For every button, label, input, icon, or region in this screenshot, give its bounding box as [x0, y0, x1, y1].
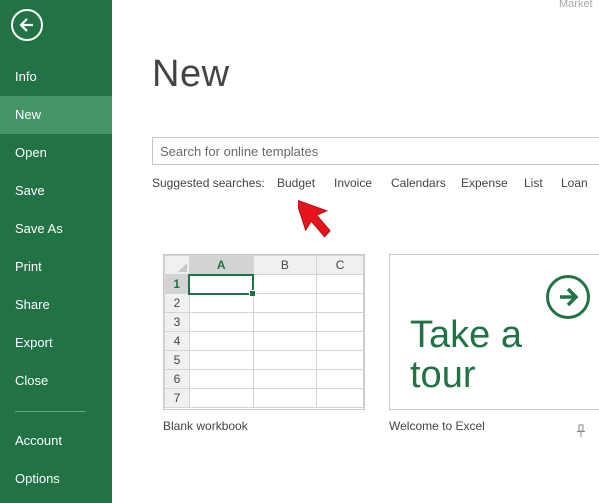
grid-cell — [188, 350, 254, 370]
column-header: C — [316, 255, 364, 275]
grid-cell — [316, 312, 364, 332]
grid-cell — [252, 331, 318, 351]
grid-cell — [188, 369, 254, 389]
page-title: New — [152, 53, 230, 95]
blank-workbook-template[interactable]: A B C 1 2 3 4 5 6 7 — [163, 254, 365, 410]
welcome-to-excel-template[interactable]: Take a tour — [389, 254, 599, 410]
row-header: 3 — [164, 312, 190, 332]
grid-cell — [252, 369, 318, 389]
grid-cell — [316, 369, 364, 389]
suggested-searches-label: Suggested searches: — [152, 176, 265, 190]
grid-cell — [252, 350, 318, 370]
suggested-link-expense[interactable]: Expense — [461, 176, 508, 190]
take-a-tour-text: Take a tour — [410, 314, 522, 396]
grid-cell — [252, 293, 318, 313]
grid-cell — [252, 312, 318, 332]
row-header: 1 — [164, 274, 190, 294]
sidebar-item-open[interactable]: Open — [0, 134, 112, 172]
suggested-link-budget[interactable]: Budget — [277, 176, 315, 190]
suggested-link-loan[interactable]: Loan — [561, 176, 588, 190]
sidebar-item-close[interactable]: Close — [0, 362, 112, 400]
column-header: A — [188, 255, 254, 276]
sidebar-item-account[interactable]: Account — [0, 422, 112, 460]
sidebar-item-print[interactable]: Print — [0, 248, 112, 286]
grid-cell — [316, 331, 364, 351]
template-search-box[interactable] — [152, 137, 599, 165]
annotation-arrow-icon — [298, 198, 331, 238]
suggested-link-invoice[interactable]: Invoice — [334, 176, 372, 190]
column-header: B — [252, 255, 318, 275]
sidebar-item-save[interactable]: Save — [0, 172, 112, 210]
window-corner-text: Market — [559, 0, 593, 10]
row-header: 6 — [164, 369, 190, 389]
back-button[interactable] — [11, 9, 43, 41]
spreadsheet-preview: A B C 1 2 3 4 5 6 7 — [164, 255, 364, 408]
sidebar-item-share[interactable]: Share — [0, 286, 112, 324]
sidebar-item-save-as[interactable]: Save As — [0, 210, 112, 248]
sidebar-item-export[interactable]: Export — [0, 324, 112, 362]
sidebar-item-options[interactable]: Options — [0, 460, 112, 498]
suggested-link-calendars[interactable]: Calendars — [391, 176, 446, 190]
row-header: 2 — [164, 293, 190, 313]
grid-cell — [252, 388, 318, 408]
template-caption-blank-workbook: Blank workbook — [163, 419, 248, 433]
grid-cell — [188, 293, 254, 313]
grid-cell — [316, 350, 364, 370]
grid-cell — [188, 388, 254, 408]
pin-icon[interactable] — [576, 424, 586, 438]
active-cell — [188, 273, 257, 297]
grid-cell — [188, 312, 254, 332]
grid-cell — [316, 274, 364, 294]
sidebar-item-info[interactable]: Info — [0, 58, 112, 96]
grid-cell — [188, 331, 254, 351]
row-header: 4 — [164, 331, 190, 351]
grid-cell — [316, 293, 364, 313]
suggested-link-list[interactable]: List — [524, 176, 543, 190]
row-header: 5 — [164, 350, 190, 370]
backstage-sidebar: Info New Open Save Save As Print Share E… — [0, 0, 112, 503]
back-arrow-icon — [19, 18, 33, 32]
grid-cell — [316, 388, 364, 408]
template-caption-welcome: Welcome to Excel — [389, 419, 485, 433]
sidebar-item-new[interactable]: New — [0, 96, 112, 134]
row-header: 7 — [164, 388, 190, 408]
arrow-right-circle-icon — [546, 275, 590, 319]
template-search-input[interactable] — [153, 138, 599, 164]
grid-cell — [252, 274, 318, 294]
sidebar-divider — [15, 411, 86, 412]
select-all-corner — [164, 255, 190, 275]
